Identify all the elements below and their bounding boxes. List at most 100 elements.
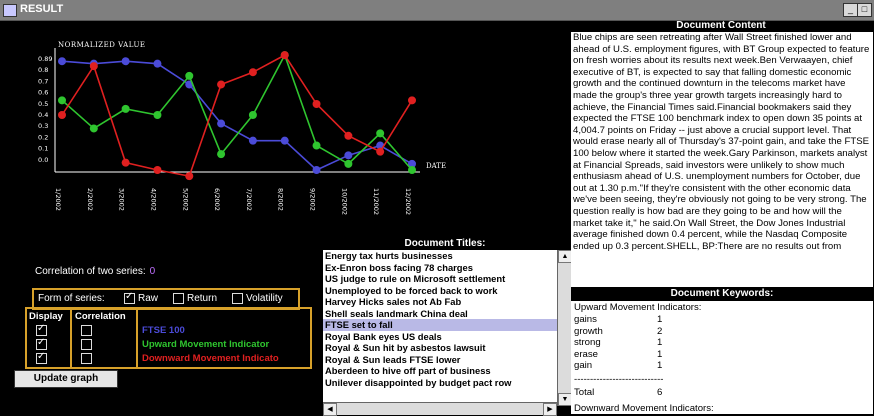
display-checkbox-ftse[interactable] [36, 323, 47, 336]
keyword-total-row: Total 6 [574, 387, 694, 398]
series-2-point [248, 111, 257, 119]
keyword-row: erase 1 [574, 349, 694, 360]
document-titles-list[interactable]: Energy tax hurts businesses Ex-Enron boss… [323, 250, 557, 406]
series-3-point [185, 172, 194, 181]
keyword-row: gains 1 [574, 314, 694, 325]
downward-indicators-title: Downward Movement Indicators: [574, 403, 714, 414]
option-return-label: Return [187, 293, 218, 305]
correlation-readout: Correlation of two series: 0 [35, 266, 155, 277]
display-checkbox-upward[interactable] [36, 337, 47, 350]
document-title-item[interactable]: Harvey Hicks sales not Ab Fab [323, 296, 557, 308]
series-2-point [153, 111, 162, 119]
document-titles-header: Document Titles: [404, 238, 486, 249]
titles-horizontal-scrollbar[interactable]: ◀ ▶ [323, 402, 557, 416]
series-2-point [58, 96, 66, 105]
document-keywords-panel[interactable]: Upward Movement Indicators: ------------… [571, 301, 873, 414]
keyword-word: gains [574, 314, 597, 325]
keyword-count: 1 [657, 314, 663, 325]
x-tick-label: 11/2002 [372, 188, 380, 215]
series-1-point [312, 166, 321, 174]
correlation-checkbox-ftse[interactable] [81, 325, 92, 336]
y-tick-label: 0.6 [38, 89, 48, 97]
app-icon [3, 4, 17, 17]
correlation-header: Correlation [75, 311, 126, 322]
maximize-button[interactable]: □ [857, 3, 872, 17]
document-title-item[interactable]: Aberdeen to hive off part of business [323, 365, 557, 377]
series-3-point [121, 158, 130, 167]
correlation-label: Correlation of two series: [35, 266, 146, 277]
document-title-item[interactable]: FTSE set to fall [323, 319, 557, 331]
series-3-point [312, 100, 321, 108]
option-return[interactable]: Return [173, 293, 217, 304]
option-volatility[interactable]: Volatility [232, 293, 283, 304]
keyword-row: gain 1 [574, 360, 694, 371]
x-tick-label: 1/2002 [54, 188, 62, 211]
x-axis-label: DATE [426, 162, 446, 170]
scroll-left-arrow-icon[interactable]: ◀ [323, 403, 337, 416]
series-2-point [376, 129, 385, 138]
document-content-header: Document Content [676, 20, 766, 31]
legend-downward: Downward Movement Indicato [142, 353, 279, 364]
keyword-count: 1 [657, 360, 663, 371]
x-tick-label: 12/2002 [404, 188, 412, 215]
x-tick-label: 9/2002 [309, 188, 317, 211]
document-title-item[interactable]: Energy tax hurts businesses [323, 250, 557, 262]
document-title-item[interactable]: Royal Bank eyes US deals [323, 331, 557, 343]
correlation-column: Correlation [70, 307, 138, 369]
series-3-point [408, 96, 416, 105]
upward-indicators-title: Upward Movement Indicators: [574, 302, 702, 313]
option-raw[interactable]: Raw [124, 291, 158, 304]
series-1-point [153, 59, 162, 68]
x-tick-label: 3/2002 [118, 188, 126, 211]
document-title-item[interactable]: Royal & Sun hit by asbestos lawsuit [323, 342, 557, 354]
titles-vertical-scrollbar[interactable]: ▲ ▼ [557, 250, 572, 406]
keyword-separator: ---------------------------- [574, 374, 664, 385]
document-keywords-header: Document Keywords: [670, 288, 774, 299]
x-tick-label: 5/2002 [181, 188, 189, 211]
x-tick-label: 2/2002 [86, 188, 94, 211]
keyword-row: growth 2 [574, 326, 694, 337]
series-2-point [344, 159, 353, 168]
display-header: Display [29, 311, 63, 322]
keyword-count: 1 [657, 337, 663, 348]
x-tick-label: 7/2002 [245, 188, 253, 211]
correlation-checkbox-downward[interactable] [81, 353, 92, 364]
document-title-item[interactable]: Unemployed to be forced back to work [323, 285, 557, 297]
keyword-count: 2 [657, 325, 663, 337]
scroll-up-arrow-icon[interactable]: ▲ [558, 250, 572, 263]
correlation-checkbox-upward[interactable] [81, 339, 92, 350]
document-title-item[interactable]: Ex-Enron boss facing 78 charges [323, 262, 557, 274]
series-2-point [89, 124, 98, 133]
x-tick-label: 8/2002 [277, 188, 285, 211]
document-title-item[interactable]: US judge to rule on Microsoft settlement [323, 273, 557, 285]
legend-ftse: FTSE 100 [142, 325, 185, 336]
title-bar: RESULT _ □ [0, 0, 874, 21]
document-title-item[interactable]: Unilever disappointed by budget pact row [323, 377, 557, 389]
correlation-value: 0 [149, 266, 156, 277]
scroll-down-arrow-icon[interactable]: ▼ [558, 393, 572, 406]
update-graph-button[interactable]: Update graph [14, 370, 118, 388]
series-3-point [280, 51, 289, 60]
document-title-item[interactable]: Royal & Sun leads FTSE lower [323, 354, 557, 366]
keyword-total-value: 6 [657, 387, 663, 398]
minimize-button[interactable]: _ [843, 3, 858, 17]
display-checkbox-downward[interactable] [36, 351, 47, 364]
x-tick-label: 4/2002 [149, 188, 157, 211]
y-tick-label: 0.89 [38, 55, 52, 63]
scroll-right-arrow-icon[interactable]: ▶ [543, 403, 557, 416]
volatility-checkbox[interactable] [232, 293, 243, 304]
x-tick-label: 10/2002 [340, 188, 348, 215]
line-chart: NORMALIZED VALUE DATE 0.89 0.8 0.7 0.6 0.5 0.4 0… [38, 41, 446, 215]
series-line-2 [61, 53, 413, 171]
document-title-item[interactable]: Shell seals landmark China deal [323, 308, 557, 320]
keyword-count: 1 [657, 348, 663, 360]
series-1-point [217, 119, 226, 128]
y-tick-label: 0.7 [38, 77, 48, 85]
raw-checkbox[interactable] [124, 291, 135, 304]
keyword-total-label: Total [574, 387, 595, 398]
series-1-point [344, 151, 353, 160]
document-content-text-area[interactable]: Blue chips are seen retreating after Wal… [571, 32, 873, 287]
return-checkbox[interactable] [173, 293, 184, 304]
display-column: Display [25, 307, 72, 369]
y-tick-label: 0.0 [38, 156, 48, 164]
